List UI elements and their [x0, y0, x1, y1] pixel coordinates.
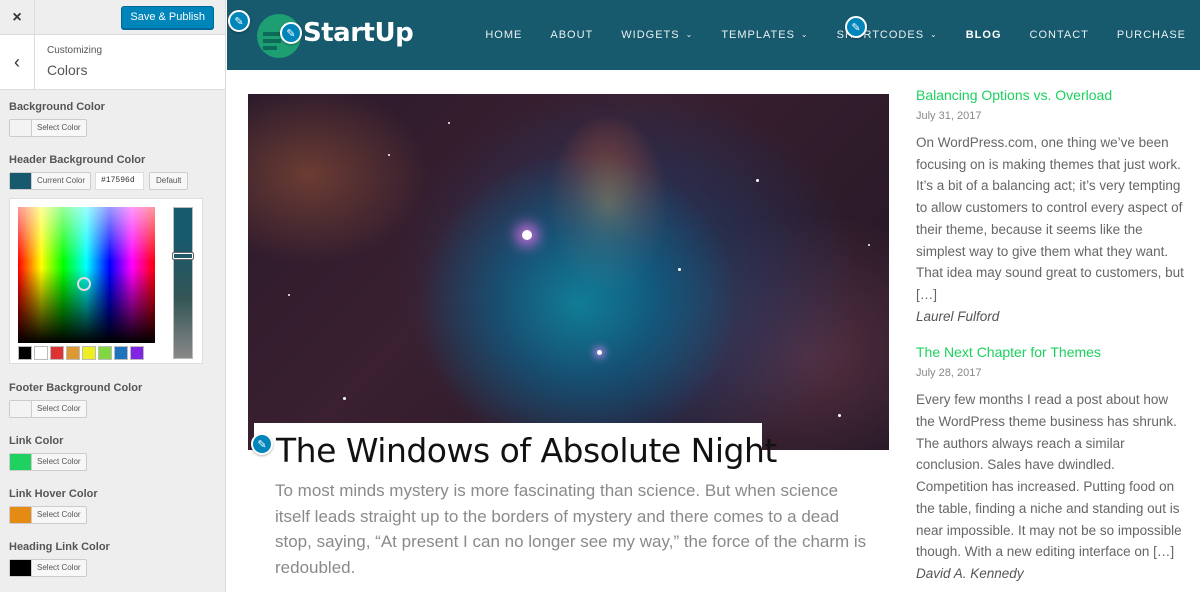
edit-title-pencil-icon[interactable]: ✎	[280, 22, 302, 44]
select-color-button[interactable]: Select Color	[9, 400, 87, 418]
color-swatch	[10, 173, 32, 189]
list-item: The Next Chapter for Themes July 28, 201…	[916, 341, 1186, 584]
control-label: Heading Link Color	[9, 541, 110, 553]
hue-slider[interactable]	[172, 207, 194, 359]
control-label: Link Hover Color	[9, 488, 98, 500]
close-icon[interactable]: ×	[0, 0, 35, 35]
post-excerpt: On WordPress.com, one thing we’ve been f…	[916, 135, 1184, 302]
sidebar: Balancing Options vs. Overload July 31, …	[916, 84, 1186, 592]
select-color-button[interactable]: Select Color	[9, 506, 87, 524]
current-color-button[interactable]: Current Color	[9, 172, 92, 190]
palette-swatch[interactable]	[98, 346, 112, 360]
site-preview: StartUp HOME ABOUT WIDGETS ⌄ TEMPLATES ⌄ S…	[227, 0, 1200, 592]
palette-swatch[interactable]	[82, 346, 96, 360]
nav-item-blog[interactable]: BLOG	[952, 0, 1016, 70]
edit-header-pencil-icon[interactable]: ✎	[228, 10, 250, 32]
select-color-label: Select Color	[37, 510, 81, 519]
default-button[interactable]: Default	[149, 172, 189, 190]
nav-item-purchase[interactable]: PURCHASE	[1103, 0, 1200, 70]
color-palette	[18, 346, 144, 360]
select-color-label: Select Color	[37, 404, 81, 413]
post-title-link[interactable]: The Next Chapter for Themes	[916, 341, 1186, 363]
control-label: Link Color	[9, 435, 64, 447]
featured-image[interactable]	[248, 94, 889, 450]
saturation-area[interactable]	[18, 207, 155, 343]
chevron-down-icon: ⌄	[800, 30, 809, 39]
palette-swatch[interactable]	[50, 346, 64, 360]
color-swatch	[10, 507, 32, 523]
breadcrumb: Customizing	[47, 45, 103, 56]
post-date: July 28, 2017	[916, 367, 982, 380]
select-color-label: Select Color	[37, 123, 81, 132]
color-swatch	[10, 560, 32, 576]
select-color-button[interactable]: Select Color	[9, 559, 87, 577]
select-color-button[interactable]: Select Color	[9, 119, 87, 137]
hue-slider-handle[interactable]	[172, 252, 194, 260]
edit-post-pencil-icon[interactable]: ✎	[251, 433, 273, 455]
featured-excerpt: To most minds mystery is more fascinatin…	[275, 481, 867, 577]
nav-item-home[interactable]: HOME	[471, 0, 536, 70]
control-link-hover-color: Link Hover Color Select Color	[9, 487, 219, 540]
nav-item-about[interactable]: ABOUT	[536, 0, 607, 70]
post-author: David A. Kennedy	[916, 565, 1024, 581]
chevron-down-icon: ⌄	[930, 30, 938, 39]
palette-swatch[interactable]	[114, 346, 128, 360]
control-label: Background Color	[9, 101, 105, 113]
edit-menu-pencil-icon[interactable]: ✎	[845, 16, 867, 38]
nav-item-shortcodes[interactable]: SHORTCODES ⌄	[823, 0, 952, 70]
site-title[interactable]: StartUp	[303, 18, 414, 48]
control-label: Footer Background Color	[9, 382, 143, 394]
featured-post-title[interactable]: The Windows of Absolute Night	[276, 423, 777, 479]
color-picker	[9, 198, 203, 364]
control-link-color: Link Color Select Color	[9, 434, 219, 487]
hex-input[interactable]: #17596d	[95, 172, 145, 190]
save-publish-button[interactable]: Save & Publish	[121, 6, 214, 29]
customizer-header: × Save & Publish	[0, 0, 225, 35]
post-date: July 31, 2017	[916, 110, 982, 122]
palette-swatch[interactable]	[130, 346, 144, 360]
palette-swatch[interactable]	[34, 346, 48, 360]
list-item: Balancing Options vs. Overload July 31, …	[916, 84, 1186, 327]
featured-title-box: The Windows of Absolute Night	[254, 423, 777, 475]
control-label: Header Background Color	[9, 154, 146, 166]
post-author: Laurel Fulford	[916, 308, 1000, 324]
site-header: StartUp HOME ABOUT WIDGETS ⌄ TEMPLATES ⌄ S…	[227, 0, 1200, 70]
post-title-link[interactable]: Balancing Options vs. Overload	[916, 84, 1186, 106]
current-color-label: Current Color	[37, 176, 86, 185]
chevron-down-icon: ⌄	[685, 30, 694, 39]
post-excerpt: Every few months I read a post about how…	[916, 392, 1182, 560]
color-swatch	[10, 401, 32, 417]
color-swatch	[10, 454, 32, 470]
control-background-color: Background Color Select Color	[9, 100, 219, 153]
select-color-label: Select Color	[37, 563, 81, 572]
control-footer-background-color: Footer Background Color Select Color	[9, 381, 219, 434]
section-title: Colors	[47, 62, 88, 78]
color-controls: Background Color Select Color Header Bac…	[9, 100, 219, 592]
palette-swatch[interactable]	[18, 346, 32, 360]
nav-item-widgets[interactable]: WIDGETS ⌄	[607, 0, 707, 70]
customizer-panel: × Save & Publish ‹ Customizing Colors Ba…	[0, 0, 226, 592]
main-nav: HOME ABOUT WIDGETS ⌄ TEMPLATES ⌄ SHORTCODE…	[471, 0, 1200, 70]
section-header: ‹ Customizing Colors	[0, 35, 225, 90]
palette-swatch[interactable]	[66, 346, 80, 360]
nav-item-templates[interactable]: TEMPLATES ⌄	[707, 0, 822, 70]
select-color-label: Select Color	[37, 457, 81, 466]
control-header-background-color: Header Background Color Current Color #1…	[9, 153, 219, 381]
color-swatch	[10, 120, 32, 136]
nav-item-contact[interactable]: CONTACT	[1016, 0, 1103, 70]
back-arrow-icon[interactable]: ‹	[0, 35, 35, 89]
control-heading-link-color: Heading Link Color Select Color	[9, 540, 219, 592]
select-color-button[interactable]: Select Color	[9, 453, 87, 471]
picker-handle[interactable]	[77, 277, 91, 291]
